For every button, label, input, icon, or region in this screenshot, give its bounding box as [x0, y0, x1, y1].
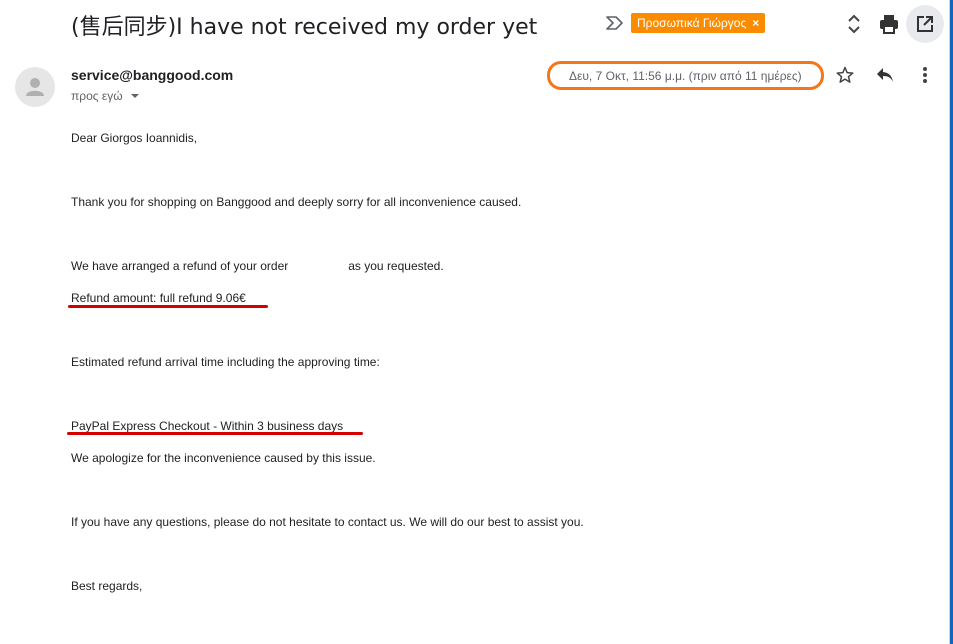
greeting-text: Dear Giorgos Ioannidis, — [71, 131, 198, 145]
apology-text: We apologize for the inconvenience cause… — [71, 451, 376, 465]
recipient-details-toggle[interactable]: προς εγώ — [71, 89, 139, 103]
sender-email: service@banggood.com — [71, 67, 234, 83]
avatar — [15, 67, 55, 107]
label-chip[interactable]: Προσωπικά Γιώργος × — [631, 13, 766, 33]
avatar-icon — [26, 78, 44, 96]
estimated-time-text: Estimated refund arrival time including … — [71, 355, 380, 369]
refund-text-pre: We have arranged a refund of your order — [71, 259, 289, 273]
thanks-text: Thank you for shopping on Banggood and d… — [71, 195, 522, 209]
reply-icon[interactable] — [873, 63, 897, 87]
refund-amount-annotation — [68, 305, 268, 308]
more-options-icon[interactable] — [913, 63, 937, 87]
paypal-timeframe-text: PayPal Express Checkout - Within 3 busin… — [71, 419, 344, 433]
paypal-annotation — [67, 432, 363, 435]
importance-marker-icon[interactable] — [604, 14, 626, 32]
expand-collapse-icon[interactable] — [842, 12, 866, 36]
refund-line: We have arranged a refund of your order a… — [71, 259, 444, 273]
label-remove-icon[interactable]: × — [752, 13, 759, 33]
refund-amount-text: Refund amount: full refund 9.06€ — [71, 291, 246, 305]
refund-text-post: as you requested. — [348, 259, 444, 273]
regards-text: Best regards, — [71, 579, 143, 593]
email-date: Δευ, 7 Οκτ, 11:56 μ.μ. (πριν από 11 ημέρ… — [569, 69, 802, 83]
open-new-window-button[interactable] — [906, 5, 944, 43]
chevron-down-icon — [130, 94, 139, 98]
questions-text: If you have any questions, please do not… — [71, 515, 584, 529]
open-new-window-icon — [917, 16, 933, 32]
recipient-label: προς εγώ — [71, 89, 123, 103]
label-chip-text: Προσωπικά Γιώργος — [637, 16, 747, 30]
star-icon[interactable] — [833, 63, 857, 87]
email-subject: (售后同步)I have not received my order yet — [71, 15, 538, 40]
print-icon[interactable] — [877, 12, 901, 36]
